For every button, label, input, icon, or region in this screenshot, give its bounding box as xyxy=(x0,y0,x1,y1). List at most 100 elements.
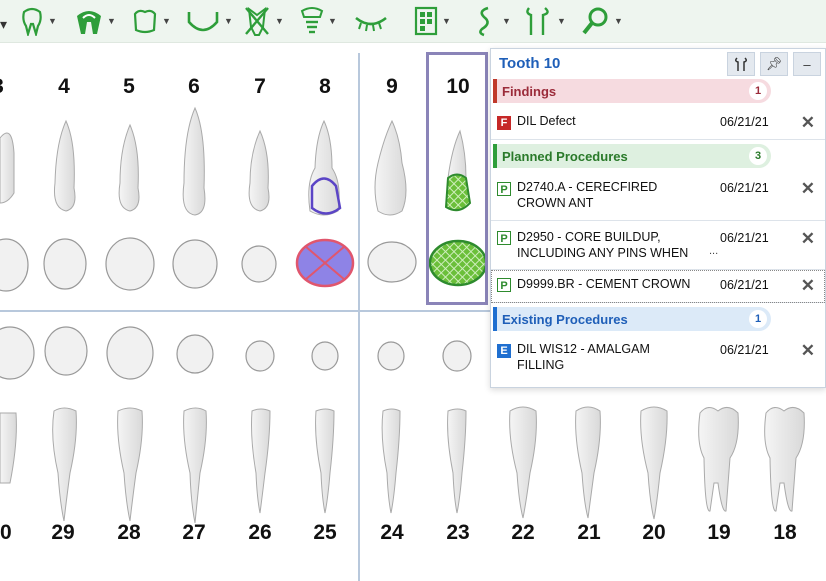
chevron-down-icon[interactable]: ▼ xyxy=(557,16,566,26)
pin-button[interactable]: 📌︎ xyxy=(760,52,788,76)
tooth-number[interactable]: 26 xyxy=(235,521,285,545)
existing-row[interactable]: E DIL WIS12 - AMALGAM FILLING 06/21/21 ✕ xyxy=(491,331,825,381)
row-description: DIL Defect xyxy=(517,114,576,128)
row-description: D2740.A - CERECFIRED CROWN ANT xyxy=(517,180,658,210)
probe-icon xyxy=(479,6,489,37)
count-badge: 1 xyxy=(749,310,767,328)
search-tool[interactable]: ▼ xyxy=(580,4,623,38)
tooth-number[interactable]: 28 xyxy=(104,521,154,545)
molar-tool[interactable]: ▼ xyxy=(132,4,171,38)
row-description: D9999.BR - CEMENT CROWN xyxy=(517,277,691,291)
planned-row-selected[interactable]: P D9999.BR - CEMENT CROWN 06/21/21 ✕ xyxy=(491,270,825,303)
grid-chart-icon xyxy=(414,6,438,36)
tooth-number[interactable]: 20 xyxy=(629,521,679,545)
eyelash-perio-icon xyxy=(355,16,387,32)
perio-tool[interactable] xyxy=(353,4,389,38)
chevron-down-icon[interactable]: ▼ xyxy=(275,16,284,26)
instruments-icon xyxy=(734,57,748,71)
chevron-down-icon[interactable]: ▼ xyxy=(162,16,171,26)
caret-left[interactable]: ▾ xyxy=(0,16,7,33)
crown-tool[interactable]: ▼ xyxy=(75,4,116,38)
tooth-number[interactable]: 9 xyxy=(367,75,417,99)
tooth-number[interactable]: 6 xyxy=(169,75,219,99)
tooth-number[interactable]: 27 xyxy=(169,521,219,545)
chevron-down-icon[interactable]: ▼ xyxy=(502,16,511,26)
row-date: 06/21/21 xyxy=(720,343,769,357)
pin-icon: 📌︎ xyxy=(765,56,783,71)
section-label: Planned Procedures xyxy=(502,148,628,164)
minimize-icon: – xyxy=(803,56,811,72)
chevron-down-icon[interactable]: ▼ xyxy=(107,16,116,26)
findings-section-header[interactable]: Findings 1 xyxy=(493,79,771,103)
remove-icon[interactable]: ✕ xyxy=(801,229,815,249)
probe-tool[interactable]: ▼ xyxy=(472,4,511,38)
crown-icon xyxy=(77,11,101,34)
tooth-number[interactable]: 29 xyxy=(38,521,88,545)
tooth-number[interactable]: 24 xyxy=(367,521,417,545)
tooth-number[interactable]: 3 xyxy=(0,75,23,99)
planned-row[interactable]: P D2740.A - CERECFIRED CROWN ANT 06/21/2… xyxy=(491,168,825,221)
tooth-8 xyxy=(308,119,340,216)
tooth-6 xyxy=(182,106,206,216)
tooth-number[interactable]: 21 xyxy=(564,521,614,545)
row-date: 06/21/21 xyxy=(720,115,769,129)
planned-badge: P xyxy=(497,231,511,245)
tooth-number[interactable]: 7 xyxy=(235,75,285,99)
extraction-tool[interactable]: ▼ xyxy=(243,4,284,38)
section-label: Findings xyxy=(502,83,557,99)
tooth-number[interactable]: 4 xyxy=(39,75,89,99)
tooth-7 xyxy=(248,129,270,212)
tooth-4 xyxy=(54,119,76,212)
chevron-down-icon[interactable]: ▼ xyxy=(328,16,337,26)
tooth-number[interactable]: 19 xyxy=(694,521,744,545)
finding-badge: F xyxy=(497,116,511,130)
implant-tool[interactable]: ▼ xyxy=(300,4,337,38)
row-date: 06/21/21 xyxy=(720,278,769,292)
chevron-down-icon[interactable]: ▼ xyxy=(442,16,451,26)
tooth-number[interactable]: 10 xyxy=(433,75,483,99)
extraction-icon xyxy=(245,6,269,36)
section-label: Existing Procedures xyxy=(502,311,628,327)
bridge-icon xyxy=(187,12,219,32)
tooth-detail-panel: Tooth 10 📌︎ – Findings 1 F DIL Defect 06… xyxy=(490,48,826,388)
tooth-number[interactable]: 25 xyxy=(300,521,350,545)
row-description: DIL WIS12 - AMALGAM FILLING xyxy=(517,342,650,372)
odontogram-toolbar: ▾ ▼ ▼ ▼ ▼ ▼ ▼ ▼ ▼ ▼ ▼ xyxy=(0,0,826,43)
implant-icon xyxy=(300,7,324,34)
tooth-number[interactable]: 22 xyxy=(498,521,548,545)
planned-row[interactable]: P D2950 - CORE BUILDUP, INCLUDING ANY PI… xyxy=(491,221,825,270)
chevron-down-icon[interactable]: ▼ xyxy=(614,16,623,26)
planned-badge: P xyxy=(497,278,511,292)
tooth-number[interactable]: 8 xyxy=(300,75,350,99)
tooth-outline-tool[interactable]: ▼ xyxy=(20,4,57,38)
tooth-3-root xyxy=(0,132,15,204)
tooth-number[interactable]: 5 xyxy=(104,75,154,99)
count-badge: 1 xyxy=(749,82,767,100)
panel-title: Tooth 10 xyxy=(499,55,561,72)
count-badge: 3 xyxy=(749,147,767,165)
instruments-button[interactable] xyxy=(727,52,755,76)
chevron-down-icon[interactable]: ▼ xyxy=(224,16,233,26)
remove-icon[interactable]: ✕ xyxy=(801,179,815,199)
truncation-ellipsis: ... xyxy=(709,245,719,257)
instruments-tool[interactable]: ▼ xyxy=(523,4,566,38)
molar-outline-icon xyxy=(133,9,157,34)
existing-section-header[interactable]: Existing Procedures 1 xyxy=(493,307,771,331)
tooth-number[interactable]: 30 xyxy=(0,521,25,545)
bridge-tool[interactable]: ▼ xyxy=(186,4,233,38)
minimize-button[interactable]: – xyxy=(793,52,821,76)
planned-badge: P xyxy=(497,182,511,196)
remove-icon[interactable]: ✕ xyxy=(801,113,815,133)
planned-section-header[interactable]: Planned Procedures 3 xyxy=(493,144,771,168)
tooth-number[interactable]: 23 xyxy=(433,521,483,545)
remove-icon[interactable]: ✕ xyxy=(801,276,815,296)
row-date: 06/21/21 xyxy=(720,231,769,245)
finding-row[interactable]: F DIL Defect 06/21/21 ✕ xyxy=(491,103,825,140)
row-date: 06/21/21 xyxy=(720,181,769,195)
tooth-number[interactable]: 18 xyxy=(760,521,810,545)
magnifier-icon xyxy=(582,7,608,35)
instruments-icon xyxy=(526,7,549,35)
chart-grid-tool[interactable]: ▼ xyxy=(414,4,451,38)
remove-icon[interactable]: ✕ xyxy=(801,341,815,361)
chevron-down-icon[interactable]: ▼ xyxy=(48,16,57,26)
